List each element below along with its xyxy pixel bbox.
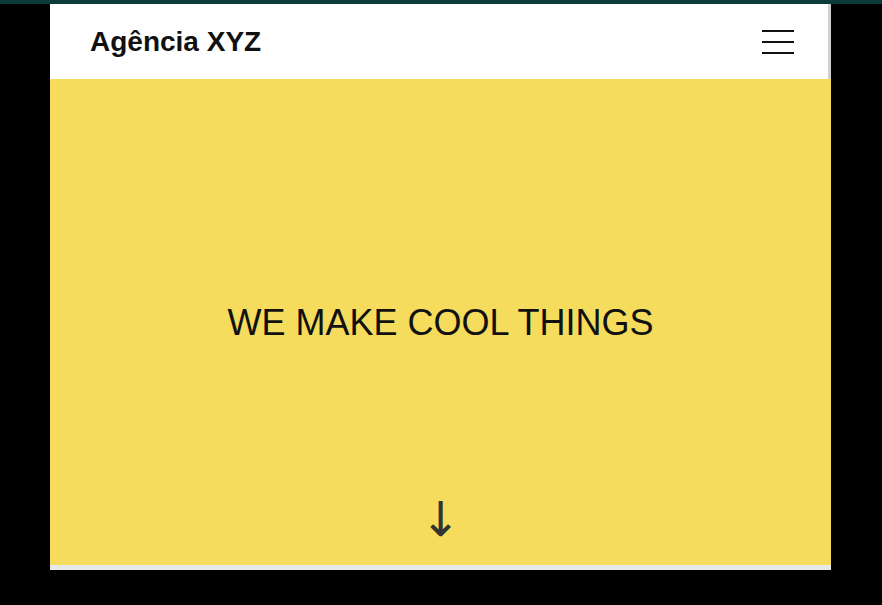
hero: WE MAKE COOL THINGS ↓ <box>50 79 831 565</box>
hero-headline: WE MAKE COOL THINGS <box>211 300 669 345</box>
screen: Agência XYZ WE MAKE COOL THINGS ↓ <box>0 0 882 605</box>
site-title[interactable]: Agência XYZ <box>90 28 261 56</box>
menu-button[interactable] <box>762 29 794 55</box>
browser-window: Agência XYZ WE MAKE COOL THINGS ↓ <box>50 4 831 570</box>
menu-line-icon <box>762 30 794 32</box>
bottom-strip <box>50 565 831 570</box>
menu-line-icon <box>762 52 794 54</box>
menu-line-icon <box>762 41 794 43</box>
scroll-down-arrow[interactable]: ↓ <box>420 495 460 543</box>
site-header: Agência XYZ <box>50 4 831 79</box>
